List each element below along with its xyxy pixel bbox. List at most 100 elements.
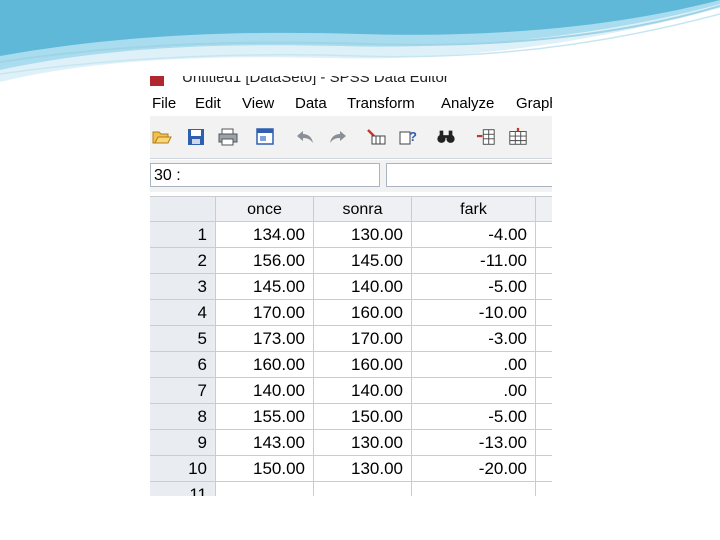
cell-empty[interactable] <box>536 456 552 482</box>
row-number[interactable]: 4 <box>150 300 216 326</box>
row-number[interactable]: 9 <box>150 430 216 456</box>
row-number[interactable]: 5 <box>150 326 216 352</box>
variables-info-icon[interactable]: ? <box>398 127 418 147</box>
cell-sonra[interactable] <box>314 482 412 496</box>
cell-reference-bar: 30 : <box>150 160 552 192</box>
save-icon[interactable] <box>186 127 206 147</box>
table-row: 1 134.00 130.00 -4.00 <box>150 222 552 248</box>
cell-sonra[interactable]: 140.00 <box>314 274 412 300</box>
cell-fark[interactable]: -5.00 <box>412 274 536 300</box>
menu-graphs[interactable]: Graphs <box>516 95 552 112</box>
find-icon[interactable] <box>436 127 456 147</box>
cell-fark[interactable]: -4.00 <box>412 222 536 248</box>
cell-value-field[interactable] <box>386 163 552 187</box>
cell-once[interactable]: 160.00 <box>216 352 314 378</box>
table-row: 4 170.00 160.00 -10.00 <box>150 300 552 326</box>
menu-file[interactable]: File <box>152 95 176 112</box>
window-title: Untitled1 [DataSet0] - SPSS Data Editor <box>182 76 449 86</box>
cell-sonra[interactable]: 130.00 <box>314 430 412 456</box>
cell-fark[interactable]: -13.00 <box>412 430 536 456</box>
cell-empty[interactable] <box>536 352 552 378</box>
menu-analyze[interactable]: Analyze <box>441 95 494 112</box>
insert-variable-icon[interactable] <box>508 127 528 147</box>
cell-fark[interactable]: .00 <box>412 352 536 378</box>
cell-sonra[interactable]: 140.00 <box>314 378 412 404</box>
cell-empty[interactable] <box>536 378 552 404</box>
table-row: 2 156.00 145.00 -11.00 <box>150 248 552 274</box>
menu-view[interactable]: View <box>242 95 274 112</box>
redo-icon[interactable] <box>328 127 348 147</box>
table-row: 3 145.00 140.00 -5.00 <box>150 274 552 300</box>
cell-empty[interactable] <box>536 326 552 352</box>
app-icon <box>150 76 164 86</box>
table-row: 11 <box>150 482 552 496</box>
table-row: 9 143.00 130.00 -13.00 <box>150 430 552 456</box>
cell-fark[interactable]: -11.00 <box>412 248 536 274</box>
window-titlebar: Untitled1 [DataSet0] - SPSS Data Editor <box>150 76 552 92</box>
cell-once[interactable]: 173.00 <box>216 326 314 352</box>
column-header-fark[interactable]: fark <box>412 196 536 222</box>
column-header-once[interactable]: once <box>216 196 314 222</box>
cell-fark[interactable]: -3.00 <box>412 326 536 352</box>
open-icon[interactable] <box>152 127 172 147</box>
cell-empty[interactable] <box>536 274 552 300</box>
goto-case-icon[interactable] <box>366 127 386 147</box>
table-row: 6 160.00 160.00.00 <box>150 352 552 378</box>
cell-reference-name[interactable]: 30 : <box>150 163 380 187</box>
cell-fark[interactable] <box>412 482 536 496</box>
row-number[interactable]: 8 <box>150 404 216 430</box>
cell-once[interactable]: 145.00 <box>216 274 314 300</box>
menu-edit[interactable]: Edit <box>195 95 221 112</box>
cell-empty[interactable] <box>536 248 552 274</box>
cell-sonra[interactable]: 145.00 <box>314 248 412 274</box>
menu-transform[interactable]: Transform <box>347 95 415 112</box>
cell-once[interactable]: 150.00 <box>216 456 314 482</box>
cell-fark[interactable]: -10.00 <box>412 300 536 326</box>
cell-sonra[interactable]: 150.00 <box>314 404 412 430</box>
svg-text:?: ? <box>409 129 417 144</box>
grid-header-row: once sonra fark <box>150 196 552 222</box>
table-row: 10 150.00 130.00 -20.00 <box>150 456 552 482</box>
cell-empty[interactable] <box>536 222 552 248</box>
row-number[interactable]: 7 <box>150 378 216 404</box>
cell-once[interactable]: 140.00 <box>216 378 314 404</box>
menu-data[interactable]: Data <box>295 95 327 112</box>
row-number[interactable]: 2 <box>150 248 216 274</box>
cell-sonra[interactable]: 160.00 <box>314 300 412 326</box>
cell-once[interactable]: 143.00 <box>216 430 314 456</box>
table-row: 7 140.00 140.00.00 <box>150 378 552 404</box>
cell-sonra[interactable]: 130.00 <box>314 222 412 248</box>
table-row: 8 155.00 150.00 -5.00 <box>150 404 552 430</box>
cell-empty[interactable] <box>536 300 552 326</box>
menu-bar: File Edit View Data Transform Analyze Gr… <box>150 92 552 116</box>
column-header-empty[interactable] <box>536 196 552 222</box>
dialog-recall-icon[interactable] <box>255 127 275 147</box>
cell-once[interactable]: 156.00 <box>216 248 314 274</box>
spss-data-editor-screenshot: Untitled1 [DataSet0] - SPSS Data Editor … <box>150 76 552 496</box>
cell-fark[interactable]: -5.00 <box>412 404 536 430</box>
cell-sonra[interactable]: 170.00 <box>314 326 412 352</box>
toolbar: ? <box>150 116 552 159</box>
table-row: 5 173.00 170.00 -3.00 <box>150 326 552 352</box>
cell-empty[interactable] <box>536 404 552 430</box>
row-number[interactable]: 1 <box>150 222 216 248</box>
cell-fark[interactable]: -20.00 <box>412 456 536 482</box>
cell-once[interactable] <box>216 482 314 496</box>
cell-once[interactable]: 134.00 <box>216 222 314 248</box>
row-number[interactable]: 3 <box>150 274 216 300</box>
row-number[interactable]: 10 <box>150 456 216 482</box>
print-icon[interactable] <box>218 127 238 147</box>
corner-cell[interactable] <box>150 196 216 222</box>
cell-once[interactable]: 170.00 <box>216 300 314 326</box>
cell-fark[interactable]: .00 <box>412 378 536 404</box>
undo-icon[interactable] <box>295 127 315 147</box>
row-number[interactable]: 11 <box>150 482 216 496</box>
row-number[interactable]: 6 <box>150 352 216 378</box>
cell-empty[interactable] <box>536 482 552 496</box>
cell-empty[interactable] <box>536 430 552 456</box>
cell-once[interactable]: 155.00 <box>216 404 314 430</box>
cell-sonra[interactable]: 130.00 <box>314 456 412 482</box>
cell-sonra[interactable]: 160.00 <box>314 352 412 378</box>
column-header-sonra[interactable]: sonra <box>314 196 412 222</box>
insert-cases-icon[interactable] <box>476 127 496 147</box>
